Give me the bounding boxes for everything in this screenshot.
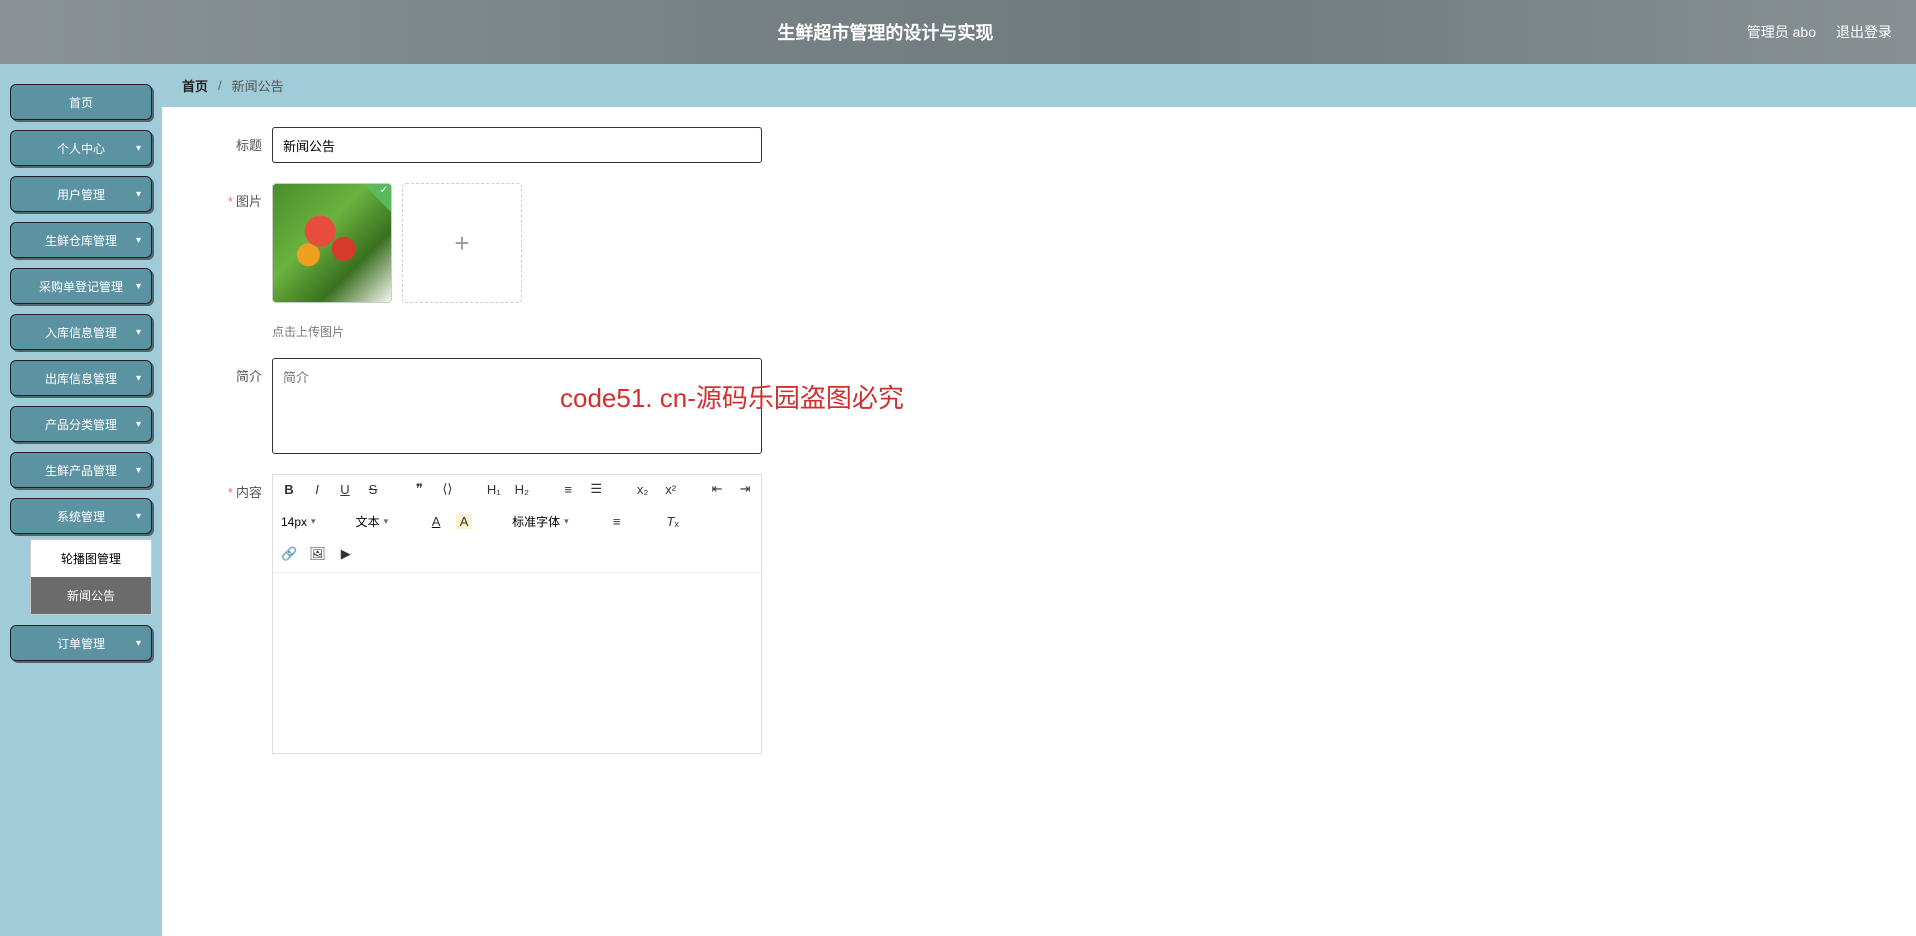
chevron-down-icon: ▾ <box>136 465 141 476</box>
h2-icon[interactable]: H₂ <box>514 482 530 497</box>
upload-hint[interactable]: 点击上传图片 <box>272 323 1876 340</box>
sidebar-item-profile[interactable]: 个人中心 ▾ <box>10 130 152 166</box>
sidebar-item-users[interactable]: 用户管理 ▾ <box>10 176 152 212</box>
chevron-down-icon: ▾ <box>136 419 141 430</box>
sidebar-item-label: 系统管理 <box>57 508 105 525</box>
header-right: 管理员 abo 退出登录 <box>1747 22 1892 42</box>
chevron-down-icon: ▾ <box>384 516 389 527</box>
sidebar-item-purchase[interactable]: 采购单登记管理 ▾ <box>10 268 152 304</box>
sidebar-item-outbound[interactable]: 出库信息管理 ▾ <box>10 360 152 396</box>
chevron-down-icon: ▾ <box>136 189 141 200</box>
rich-text-editor: B I U S ❞ ⟨⟩ H₁ H₂ ≡ ☰ <box>272 474 762 754</box>
sidebar-item-orders[interactable]: 订单管理 ▾ <box>10 625 152 661</box>
image-icon[interactable]: 🖼 <box>309 546 326 562</box>
main-content: 首页 / 新闻公告 标题 *图片 + <box>162 64 1916 936</box>
form-row-title: 标题 <box>202 127 1876 163</box>
link-icon[interactable]: 🔗 <box>281 546 297 562</box>
sidebar-item-label: 订单管理 <box>57 635 105 652</box>
vegetable-image <box>273 184 391 302</box>
quote-icon[interactable]: ❞ <box>411 481 427 497</box>
sidebar: 首页 个人中心▾ 用户管理▾ 生鲜仓库管理▾ 采购单登记管理▾ 入库信息管理▾ … <box>0 64 162 936</box>
align-icon[interactable]: ≡ <box>609 514 625 529</box>
unordered-list-icon[interactable]: ☰ <box>588 481 604 497</box>
user-info[interactable]: 管理员 abo <box>1747 22 1816 42</box>
sidebar-subitem-news[interactable]: 新闻公告 <box>31 577 151 614</box>
chevron-down-icon: ▾ <box>311 516 316 527</box>
code-icon[interactable]: ⟨⟩ <box>439 481 455 497</box>
breadcrumb-separator: / <box>218 78 222 93</box>
sidebar-item-label: 生鲜仓库管理 <box>45 232 117 249</box>
breadcrumb-home[interactable]: 首页 <box>182 76 208 95</box>
editor-content-area[interactable] <box>273 573 761 753</box>
sidebar-item-label: 采购单登记管理 <box>39 278 123 295</box>
clear-format-icon[interactable]: Tₓ <box>665 514 681 529</box>
sidebar-item-warehouse[interactable]: 生鲜仓库管理 ▾ <box>10 222 152 258</box>
superscript-icon[interactable]: x² <box>663 482 679 497</box>
chevron-down-icon: ▾ <box>564 516 569 527</box>
sidebar-item-category[interactable]: 产品分类管理 ▾ <box>10 406 152 442</box>
chevron-down-icon: ▾ <box>136 235 141 246</box>
chevron-down-icon: ▾ <box>136 281 141 292</box>
block-type-select[interactable]: 文本▾ <box>356 513 389 530</box>
form-label-intro: 简介 <box>202 358 262 385</box>
indent-icon[interactable]: ⇤ <box>709 481 725 497</box>
italic-icon[interactable]: I <box>309 482 325 497</box>
chevron-down-icon: ▾ <box>136 143 141 154</box>
intro-textarea[interactable] <box>272 358 762 454</box>
editor-toolbar: B I U S ❞ ⟨⟩ H₁ H₂ ≡ ☰ <box>273 475 761 573</box>
font-size-select[interactable]: 14px▾ <box>281 515 316 529</box>
header: 生鲜超市管理的设计与实现 管理员 abo 退出登录 <box>0 0 1916 64</box>
form-area: 标题 *图片 + 点击上传图片 简介 <box>162 107 1916 794</box>
chevron-down-icon: ▾ <box>136 638 141 649</box>
strike-icon[interactable]: S <box>365 482 381 497</box>
form-row-intro: 简介 <box>202 358 1876 454</box>
form-label-content: *内容 <box>202 474 262 501</box>
sidebar-item-label: 出库信息管理 <box>45 370 117 387</box>
sidebar-subitem-carousel[interactable]: 轮播图管理 <box>31 540 151 577</box>
form-row-image: *图片 + <box>202 183 1876 303</box>
chevron-down-icon: ▾ <box>136 511 141 522</box>
video-icon[interactable]: ▶ <box>338 546 354 562</box>
sidebar-item-label: 首页 <box>69 94 93 111</box>
underline-icon[interactable]: U <box>337 482 353 497</box>
bold-icon[interactable]: B <box>281 482 297 497</box>
sidebar-item-label: 入库信息管理 <box>45 324 117 341</box>
sidebar-item-inbound[interactable]: 入库信息管理 ▾ <box>10 314 152 350</box>
bg-color-icon[interactable]: A <box>456 514 472 529</box>
breadcrumb-current: 新闻公告 <box>232 76 284 95</box>
form-label-image: *图片 <box>202 183 262 210</box>
title-input[interactable] <box>272 127 762 163</box>
subscript-icon[interactable]: x₂ <box>635 482 651 497</box>
text-color-icon[interactable]: A <box>428 514 444 529</box>
plus-icon: + <box>454 228 469 259</box>
font-family-select[interactable]: 标准字体▾ <box>512 513 569 530</box>
sidebar-item-label: 生鲜产品管理 <box>45 462 117 479</box>
breadcrumb: 首页 / 新闻公告 <box>162 64 1916 107</box>
sidebar-item-label: 产品分类管理 <box>45 416 117 433</box>
ordered-list-icon[interactable]: ≡ <box>560 482 576 497</box>
chevron-down-icon: ▾ <box>136 373 141 384</box>
sidebar-item-home[interactable]: 首页 <box>10 84 152 120</box>
uploaded-image-thumb[interactable] <box>272 183 392 303</box>
form-row-content: *内容 B I U S ❞ ⟨⟩ H₁ H₂ <box>202 474 1876 754</box>
sidebar-item-label: 个人中心 <box>57 140 105 157</box>
sidebar-submenu-system: 轮播图管理 新闻公告 <box>30 539 152 615</box>
upload-add-button[interactable]: + <box>402 183 522 303</box>
app-title: 生鲜超市管理的设计与实现 <box>24 19 1747 45</box>
sidebar-item-system[interactable]: 系统管理 ▾ <box>10 498 152 534</box>
chevron-down-icon: ▾ <box>136 327 141 338</box>
outdent-icon[interactable]: ⇥ <box>737 481 753 497</box>
sidebar-item-label: 用户管理 <box>57 186 105 203</box>
h1-icon[interactable]: H₁ <box>486 482 502 497</box>
form-label-title: 标题 <box>202 127 262 154</box>
upload-area: + <box>272 183 522 303</box>
logout-link[interactable]: 退出登录 <box>1836 22 1892 42</box>
sidebar-item-products[interactable]: 生鲜产品管理 ▾ <box>10 452 152 488</box>
